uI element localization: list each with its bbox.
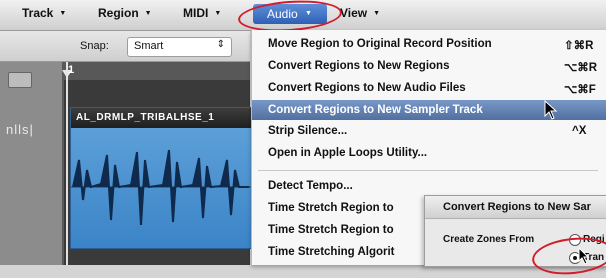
menu-item-strip-silence[interactable]: Strip Silence...: [268, 125, 347, 137]
track-header[interactable]: nlls|: [0, 62, 64, 265]
arrange-area: nlls| 1 AL_DRMLP_TRIBALHSE_1: [0, 62, 252, 265]
chevron-down-icon: ▼: [59, 10, 67, 17]
dialog-title: Convert Regions to New Sar: [443, 201, 591, 213]
track-label: nlls|: [6, 122, 34, 137]
menu-view-label: View: [340, 6, 368, 20]
playhead[interactable]: [62, 62, 72, 265]
menu-item-detect-tempo[interactable]: Detect Tempo...: [268, 180, 353, 192]
arrange-toolbar: Snap: Smart ⇕: [0, 31, 250, 62]
menu-region[interactable]: Region ▼: [98, 6, 152, 20]
mouse-pointer-icon: [544, 100, 558, 120]
shortcut-convert-regions: ⌥⌘R: [564, 62, 598, 74]
menu-item-time-stretch-2[interactable]: Time Stretch Region to: [268, 224, 394, 236]
shortcut-strip-silence: ^X: [572, 125, 587, 137]
snap-value: Smart: [134, 40, 164, 52]
bar-ruler[interactable]: 1: [62, 62, 250, 80]
menu-separator: [258, 170, 598, 171]
shortcut-move-region: ⇧⌘R: [564, 40, 594, 52]
menu-midi-label: MIDI: [183, 6, 209, 20]
menu-item-time-stretch-1[interactable]: Time Stretch Region to: [268, 202, 394, 214]
mouse-pointer-icon: [578, 247, 590, 265]
snap-label: Snap:: [80, 40, 109, 52]
snap-select[interactable]: Smart ⇕: [127, 37, 232, 57]
dialog-title-bar: Convert Regions to New Sar: [425, 196, 606, 219]
menu-view[interactable]: View ▼: [340, 6, 380, 20]
chevron-down-icon: ▼: [373, 10, 381, 17]
shortcut-convert-audio-files: ⌥⌘F: [564, 84, 596, 96]
menu-item-move-region[interactable]: Move Region to Original Record Position: [268, 38, 492, 50]
region-name-bar: AL_DRMLP_TRIBALHSE_1: [71, 108, 251, 128]
menu-item-open-apple-loops[interactable]: Open in Apple Loops Utility...: [268, 147, 427, 159]
menu-item-convert-audio-files[interactable]: Convert Regions to New Audio Files: [268, 82, 466, 94]
menu-track[interactable]: Track ▼: [22, 6, 66, 20]
menu-midi[interactable]: MIDI ▼: [183, 6, 221, 20]
create-zones-label: Create Zones From: [443, 234, 535, 245]
menu-item-convert-regions[interactable]: Convert Regions to New Regions: [268, 60, 449, 72]
chevron-updown-icon: ⇕: [216, 39, 225, 50]
region-name: AL_DRMLP_TRIBALHSE_1: [76, 112, 215, 123]
chevron-down-icon: ▼: [214, 10, 222, 17]
waveform-icon: [71, 149, 251, 226]
menu-track-label: Track: [22, 6, 54, 20]
audio-region[interactable]: AL_DRMLP_TRIBALHSE_1: [70, 107, 252, 249]
chevron-down-icon: ▼: [144, 10, 152, 17]
track-icon: [8, 72, 32, 88]
menu-item-convert-sampler-track[interactable]: Convert Regions to New Sampler Track: [268, 104, 483, 116]
menu-item-time-stretching-algorithm[interactable]: Time Stretching Algorit: [268, 246, 395, 258]
menu-region-label: Region: [98, 6, 139, 20]
